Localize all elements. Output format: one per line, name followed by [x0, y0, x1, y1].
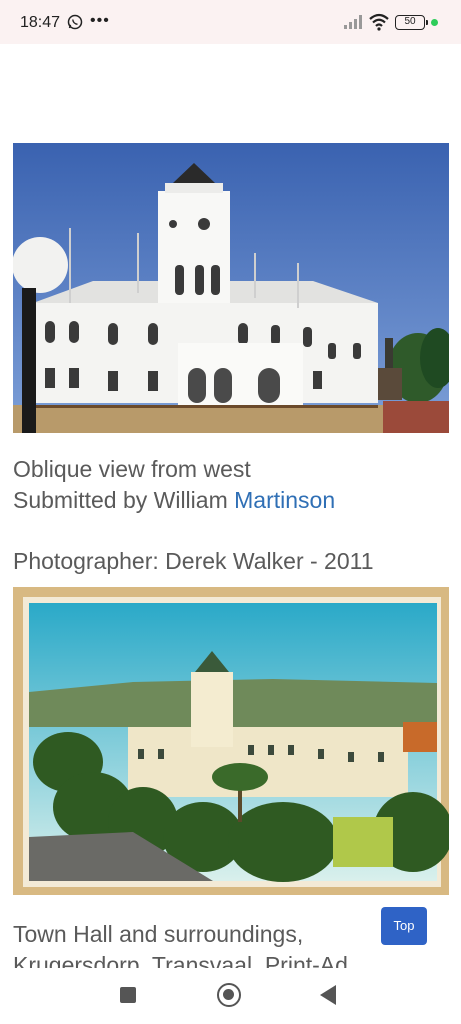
submitted-by-text: Submitted by William [13, 487, 235, 513]
home-icon[interactable] [217, 983, 241, 1007]
status-time: 18:47 [20, 14, 61, 31]
more-icon: ••• [90, 12, 110, 29]
postcard-caption-line-2: Krugersdorp, Transvaal. Print-Ad [13, 952, 348, 969]
back-icon[interactable] [320, 985, 336, 1005]
signal-icon [344, 15, 362, 29]
postcard-caption: Town Hall and surroundings, Krugersdorp,… [13, 919, 348, 969]
top-button[interactable]: Top [381, 907, 427, 945]
caption-line-1: Oblique view from west [13, 456, 251, 482]
caption-line-2: Submitted by William Martinson [13, 485, 335, 516]
photographer-credit: Photographer: Derek Walker - 2011 [13, 548, 374, 574]
town-hall-postcard[interactable] [13, 587, 449, 895]
whatsapp-icon [67, 14, 83, 30]
town-hall-photo[interactable] [13, 143, 449, 433]
recents-icon[interactable] [120, 987, 136, 1003]
battery-icon: 50 [395, 15, 428, 30]
postcard-caption-line-1: Town Hall and surroundings, [13, 921, 304, 947]
notification-dot-icon [431, 19, 438, 26]
status-bar: 18:47 ••• 50 [0, 0, 461, 44]
nav-bar [0, 968, 461, 1024]
submitter-link[interactable]: Martinson [234, 487, 335, 513]
wifi-icon [369, 13, 389, 31]
photo-caption: Oblique view from west Submitted by Will… [13, 454, 335, 516]
